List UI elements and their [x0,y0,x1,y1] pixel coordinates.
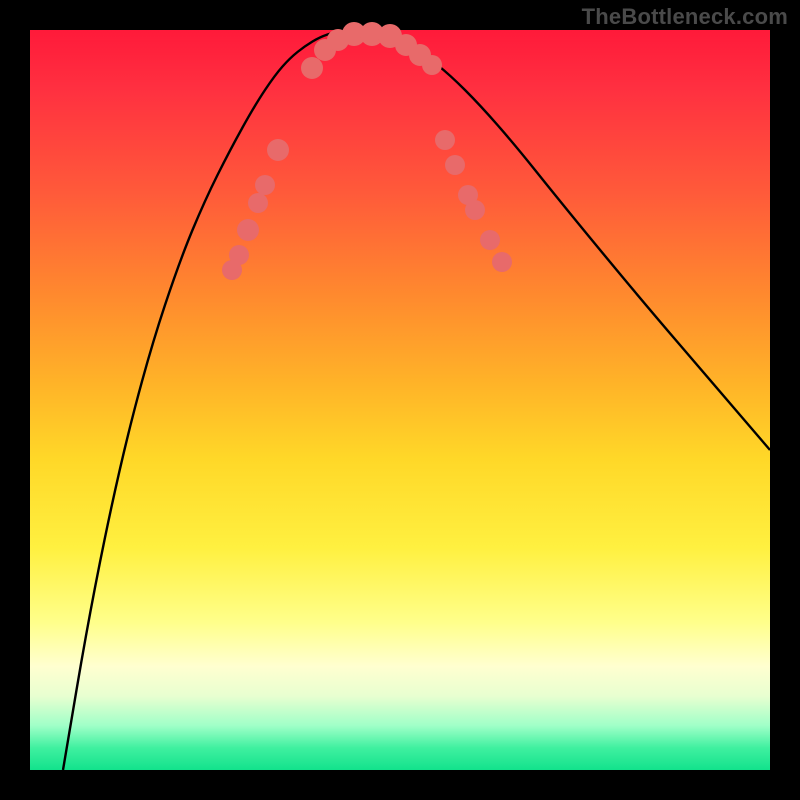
bottleneck-curve [63,31,770,771]
data-marker [445,155,465,175]
data-marker [422,55,442,75]
data-marker [492,252,512,272]
chart-frame: TheBottleneck.com [0,0,800,800]
chart-svg [30,30,770,770]
watermark-text: TheBottleneck.com [582,4,788,30]
data-marker [248,193,268,213]
data-marker [301,57,323,79]
data-marker [267,139,289,161]
data-marker [480,230,500,250]
data-marker [435,130,455,150]
marker-group [222,22,512,280]
data-marker [465,200,485,220]
data-marker [237,219,259,241]
plot-area [30,30,770,770]
data-marker [229,245,249,265]
data-marker [255,175,275,195]
